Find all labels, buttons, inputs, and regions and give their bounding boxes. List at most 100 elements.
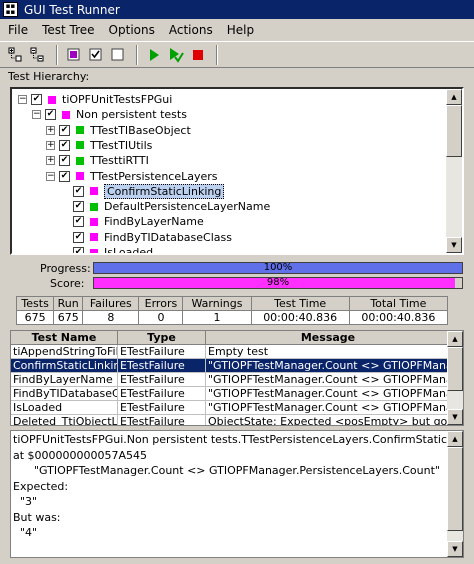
tree-item[interactable]: − ✔ TTestPersistenceLayers [46,169,218,184]
details-line: "GTIOPFTestManager.Count <> GTIOPFManage… [13,464,440,477]
result-message: Empty test [206,345,451,359]
uncheck-all-icon [111,48,124,60]
scroll-down-button[interactable]: ▼ [447,409,463,425]
app-icon: ▪▪ ▪▪ [3,2,18,17]
column-test-name[interactable]: Test Name [11,331,118,345]
tree-item-checkbox[interactable]: ✔ [45,109,56,121]
details-scrollbar[interactable]: ▲ ▼ [447,431,463,557]
tree-item-checkbox[interactable]: ✔ [59,124,70,136]
expand-icon[interactable]: + [46,125,55,135]
tree-item-checkbox[interactable]: ✔ [59,139,70,151]
stats-total-time-value: 00:00:40.836 [348,310,449,325]
scroll-down-button[interactable]: ▼ [446,237,462,253]
stats-tests-value: 675 [15,310,55,325]
score-bar: 98% [93,277,463,289]
result-row[interactable]: IsLoaded ETestFailure "GTIOPFTestManager.… [11,401,463,415]
tree-item-checkbox[interactable]: ✔ [59,155,70,167]
tree-item-checkbox[interactable]: ✔ [73,216,84,228]
status-square-icon [62,110,70,119]
tree-item-checkbox[interactable]: ✔ [73,201,84,213]
tree-item[interactable]: ✔ FindByLayerName [60,214,204,229]
scroll-up-button[interactable]: ▲ [446,89,462,105]
scroll-up-button[interactable]: ▲ [447,431,463,447]
result-type: ETestFailure [118,345,206,359]
stats-header: Errors [138,296,184,311]
check-all-icon [89,48,102,60]
tree-item[interactable]: ✔ IsLoaded [60,245,153,253]
status-square-icon [90,217,98,226]
column-message[interactable]: Message [206,331,451,345]
column-type[interactable]: Type [118,331,206,345]
tree-scrollbar[interactable]: ▲ ▼ [446,89,462,253]
menu-options[interactable]: Options [101,23,161,37]
result-row[interactable]: ConfirmStaticLinking ETestFailure "GTIOPF… [11,359,463,373]
tree-item-checkbox[interactable]: ✔ [31,94,42,105]
scroll-up-button[interactable]: ▲ [447,331,463,347]
tree-item[interactable]: + ✔ TTestTIUtils [46,138,152,153]
test-tree[interactable]: ▲ ▼ − ✔ tiOPFUnitTestsFPGui − ✔ Non persisten… [10,87,464,255]
tree-item-checkbox[interactable]: ✔ [73,185,84,197]
details-line: tiOPFUnitTestsFPGui.Non persistent tests… [13,433,464,446]
run-selected-button[interactable] [166,45,186,65]
tree-item-label: TTestTIBaseObject [90,123,191,137]
result-test-name: FindByLayerName [11,373,118,387]
menu-file[interactable]: File [0,23,34,37]
tree-item-label: tiOPFUnitTestsFPGui [62,93,173,106]
collapse-icon[interactable]: − [46,171,55,181]
results-header: Test Name Type Message [11,331,463,345]
collapse-icon[interactable]: − [32,110,41,120]
tree-item[interactable]: ✔ DefaultPersistenceLayerName [60,199,270,214]
result-row[interactable]: FindByLayerName ETestFailure "GTIOPFTestM… [11,373,463,387]
status-square-icon [48,95,56,104]
expand-icon[interactable]: + [46,156,55,166]
result-row[interactable]: FindByTIDatabaseClassETestFailure "GTIOP… [11,387,463,401]
result-test-name: IsLoaded [11,401,118,415]
tree-item-checkbox[interactable]: ✔ [73,247,84,253]
expand-icon[interactable]: + [46,140,55,150]
uncheck-all-button[interactable] [108,45,128,65]
stats-failures-value: 8 [82,310,140,325]
menu-bar: File Test Tree Options Actions Help [0,20,474,40]
result-row[interactable]: tiAppendStringToFile ETestFailure Empty te… [11,345,463,359]
results-grid[interactable]: Test Name Type Message tiAppendStringToF… [10,330,464,426]
status-square-icon [90,233,98,242]
scroll-down-button[interactable]: ▼ [447,541,463,557]
tree-item[interactable]: + ✔ TTesttiRTTI [46,153,149,168]
result-message: "GTIOPFTestManager.Count <> GTIOPFManage… [206,359,451,373]
scroll-thumb[interactable] [447,347,463,391]
tree-item[interactable]: ✔ ConfirmStaticLinking [60,183,225,199]
tree-item[interactable]: + ✔ TTestTIBaseObject [46,123,191,138]
progress-bar: 100% [93,262,463,274]
details-memo[interactable]: ▲ ▼ tiOPFUnitTestsFPGui.Non persistent t… [10,430,464,558]
results-scrollbar[interactable]: ▲ ▼ [447,331,463,425]
stats-header: Tests [15,296,55,311]
tree-item[interactable]: − ✔ tiOPFUnitTestsFPGui [18,92,172,107]
run-button[interactable] [144,45,164,65]
check-all-button[interactable] [86,45,106,65]
scroll-thumb[interactable] [446,105,462,157]
scroll-thumb[interactable] [447,447,463,531]
menu-test-tree[interactable]: Test Tree [34,23,100,37]
tree-item-checkbox[interactable]: ✔ [73,231,84,243]
collapse-icon[interactable]: − [18,95,27,104]
toolbar [0,41,474,68]
stop-button[interactable] [188,45,208,65]
status-square-icon [76,156,84,165]
expand-tree-button[interactable] [6,45,26,65]
tree-item-label: Non persistent tests [76,108,187,122]
stats-header: Failures [82,296,140,311]
menu-actions[interactable]: Actions [161,23,219,37]
tree-item[interactable]: − ✔ Non persistent tests [32,107,187,122]
test-hierarchy-label: Test Hierarchy: [8,70,90,83]
collapse-tree-icon [30,47,44,61]
menu-help[interactable]: Help [219,23,260,37]
select-all-button[interactable] [64,45,84,65]
result-type: ETestFailure [118,373,206,387]
collapse-tree-button[interactable] [28,45,48,65]
stats-header: Run [53,296,84,311]
result-row[interactable]: Deleted_TtiObjectListETestFailureObjectS… [11,415,463,425]
stats-header: Test Time [250,296,350,311]
result-type: ETestFailure [118,387,206,401]
tree-item-checkbox[interactable]: ✔ [59,170,70,182]
tree-item[interactable]: ✔ FindByTIDatabaseClass [60,230,232,245]
